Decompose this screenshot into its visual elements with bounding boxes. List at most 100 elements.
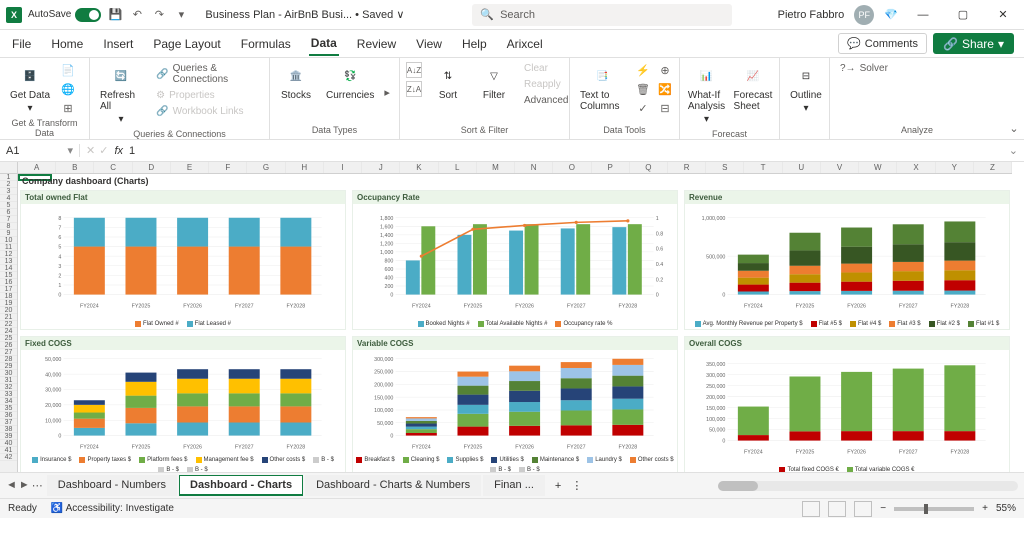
comments-button[interactable]: 💬 Comments <box>838 33 927 54</box>
chart-legend: Breakfast $Cleaning $Supplies $Utilities… <box>353 455 677 472</box>
normal-view-button[interactable] <box>802 501 820 517</box>
forecast-icon: 📈 <box>741 64 765 88</box>
expand-formula-icon[interactable]: ⌄ <box>1009 144 1018 157</box>
chart-card: Variable COGS050,000100,000150,000200,00… <box>352 336 678 472</box>
save-icon[interactable]: 💾 <box>107 7 123 23</box>
remove-duplicates-icon[interactable]: 🗑 <box>635 81 651 97</box>
qat-dropdown-icon[interactable]: ▾ <box>173 7 189 23</box>
svg-text:200: 200 <box>385 284 394 290</box>
svg-text:4: 4 <box>58 254 61 260</box>
undo-icon[interactable]: ↶ <box>129 7 145 23</box>
user-avatar[interactable]: PF <box>854 5 874 25</box>
tab-insert[interactable]: Insert <box>101 33 135 55</box>
stocks-button[interactable]: 🏛️Stocks <box>276 62 316 103</box>
search-icon: 🔍 <box>480 8 494 21</box>
select-all-corner[interactable] <box>0 162 18 174</box>
solver-button[interactable]: ?→ Solver <box>836 62 892 75</box>
flash-fill-icon[interactable]: ⚡ <box>635 62 651 78</box>
chart-card: Overall COGS050,000100,000150,000200,000… <box>684 336 1010 472</box>
text-to-columns-button[interactable]: 📑Text to Columns <box>576 62 629 114</box>
fx-icon[interactable]: fx <box>114 145 123 157</box>
svg-text:FY2027: FY2027 <box>899 303 918 309</box>
get-data-button[interactable]: 🗄️Get Data▾ <box>6 62 54 116</box>
name-box[interactable]: A1▾ <box>0 144 80 157</box>
sheet-tab[interactable]: Finan ... <box>483 475 545 496</box>
advanced-filter-button[interactable]: Advanced <box>520 94 572 107</box>
sort-az-icon[interactable]: A↓Z <box>406 62 422 78</box>
svg-text:20,000: 20,000 <box>45 403 61 409</box>
sheet-list-icon[interactable]: ⋯ <box>32 479 43 492</box>
diamond-icon[interactable]: 💎 <box>884 8 898 21</box>
refresh-all-button[interactable]: 🔄Refresh All▾ <box>96 62 146 127</box>
sheet-tab[interactable]: Dashboard - Charts & Numbers <box>305 475 481 496</box>
svg-text:FY2024: FY2024 <box>80 303 99 309</box>
search-input[interactable]: 🔍 Search <box>472 4 732 26</box>
sheet-tab[interactable]: Dashboard - Numbers <box>47 475 177 496</box>
outline-button[interactable]: ⊟Outline▾ <box>786 62 826 116</box>
zoom-level[interactable]: 55% <box>996 503 1016 514</box>
zoom-in-button[interactable]: + <box>982 503 988 514</box>
tab-view[interactable]: View <box>414 33 444 55</box>
page-layout-view-button[interactable] <box>828 501 846 517</box>
queries-connections-button[interactable]: 🔗 Queries & Connections <box>152 62 263 86</box>
accessibility-status[interactable]: ♿ Accessibility: Investigate <box>51 503 174 514</box>
tab-page-layout[interactable]: Page Layout <box>151 33 222 55</box>
row-headers[interactable]: 1234567891011121314151617181920212224252… <box>0 174 18 472</box>
svg-text:500,000: 500,000 <box>706 254 725 260</box>
column-headers[interactable]: ABCDEFGHIJKLMNOPQRSTUVWXYZ <box>18 162 1012 174</box>
tab-formulas[interactable]: Formulas <box>239 33 293 55</box>
from-text-icon[interactable]: 📄 <box>60 62 76 78</box>
svg-text:2: 2 <box>58 274 61 280</box>
page-break-view-button[interactable] <box>854 501 872 517</box>
collapse-ribbon-icon[interactable]: ⌄ <box>1004 58 1024 139</box>
toggle-on-icon[interactable] <box>75 8 101 22</box>
forecast-sheet-button[interactable]: 📈Forecast Sheet <box>733 62 773 114</box>
redo-icon[interactable]: ↷ <box>151 7 167 23</box>
from-table-icon[interactable]: ⊞ <box>60 100 76 116</box>
currencies-button[interactable]: 💱Currencies <box>322 62 378 103</box>
document-title[interactable]: Business Plan - AirBnB Busi... • Saved ∨ <box>205 8 404 21</box>
from-web-icon[interactable]: 🌐 <box>60 81 76 97</box>
tab-review[interactable]: Review <box>355 33 398 55</box>
worksheet[interactable]: ABCDEFGHIJKLMNOPQRSTUVWXYZ 1234567891011… <box>0 162 1024 472</box>
consolidate-icon[interactable]: ⊕ <box>657 62 673 78</box>
sort-za-icon[interactable]: Z↓A <box>406 81 422 97</box>
tab-help[interactable]: Help <box>460 33 489 55</box>
svg-text:FY2025: FY2025 <box>132 303 151 309</box>
data-model-icon[interactable]: ⊟ <box>657 100 673 116</box>
svg-text:1: 1 <box>656 216 659 222</box>
svg-text:50,000: 50,000 <box>377 421 393 427</box>
relationships-icon[interactable]: 🔀 <box>657 81 673 97</box>
sort-button[interactable]: ⇅Sort <box>428 62 468 103</box>
filter-button[interactable]: ▽Filter <box>474 62 514 103</box>
sheet-tab-options[interactable]: ⋮ <box>571 479 582 492</box>
get-data-icon: 🗄️ <box>18 64 42 88</box>
chart-legend: Insurance $Property taxes $Platform fees… <box>21 455 345 472</box>
svg-text:50,000: 50,000 <box>45 357 61 363</box>
svg-text:0: 0 <box>722 439 725 445</box>
svg-text:250,000: 250,000 <box>374 370 393 376</box>
zoom-slider[interactable] <box>894 507 974 511</box>
new-sheet-button[interactable]: + <box>549 480 567 492</box>
tab-data[interactable]: Data <box>309 32 339 56</box>
data-validation-icon[interactable]: ✓ <box>635 100 651 116</box>
zoom-out-button[interactable]: − <box>880 503 886 514</box>
dashboard-title: Company dashboard (Charts) <box>18 174 1012 188</box>
share-button[interactable]: 🔗 Share ▾ <box>933 33 1014 54</box>
horizontal-scrollbar[interactable] <box>718 481 1018 491</box>
close-button[interactable]: ✕ <box>988 3 1018 27</box>
svg-text:1,200: 1,200 <box>380 242 393 248</box>
formula-input[interactable]: 1 <box>129 145 1003 157</box>
tab-home[interactable]: Home <box>49 33 85 55</box>
tab-arixcel[interactable]: Arixcel <box>505 33 545 55</box>
autosave-toggle[interactable]: AutoSave <box>28 8 101 22</box>
what-if-button[interactable]: 📊What-If Analysis▾ <box>686 62 727 127</box>
minimize-button[interactable]: — <box>908 3 938 27</box>
tab-file[interactable]: File <box>10 33 33 55</box>
maximize-button[interactable]: ▢ <box>948 3 978 27</box>
sheet-tab[interactable]: Dashboard - Charts <box>179 475 303 496</box>
workbook-links-button: 🔗 Workbook Links <box>152 105 263 118</box>
prev-sheet-icon[interactable]: ◄ <box>6 479 17 492</box>
user-name: Pietro Fabbro <box>778 9 845 21</box>
next-sheet-icon[interactable]: ► <box>19 479 30 492</box>
